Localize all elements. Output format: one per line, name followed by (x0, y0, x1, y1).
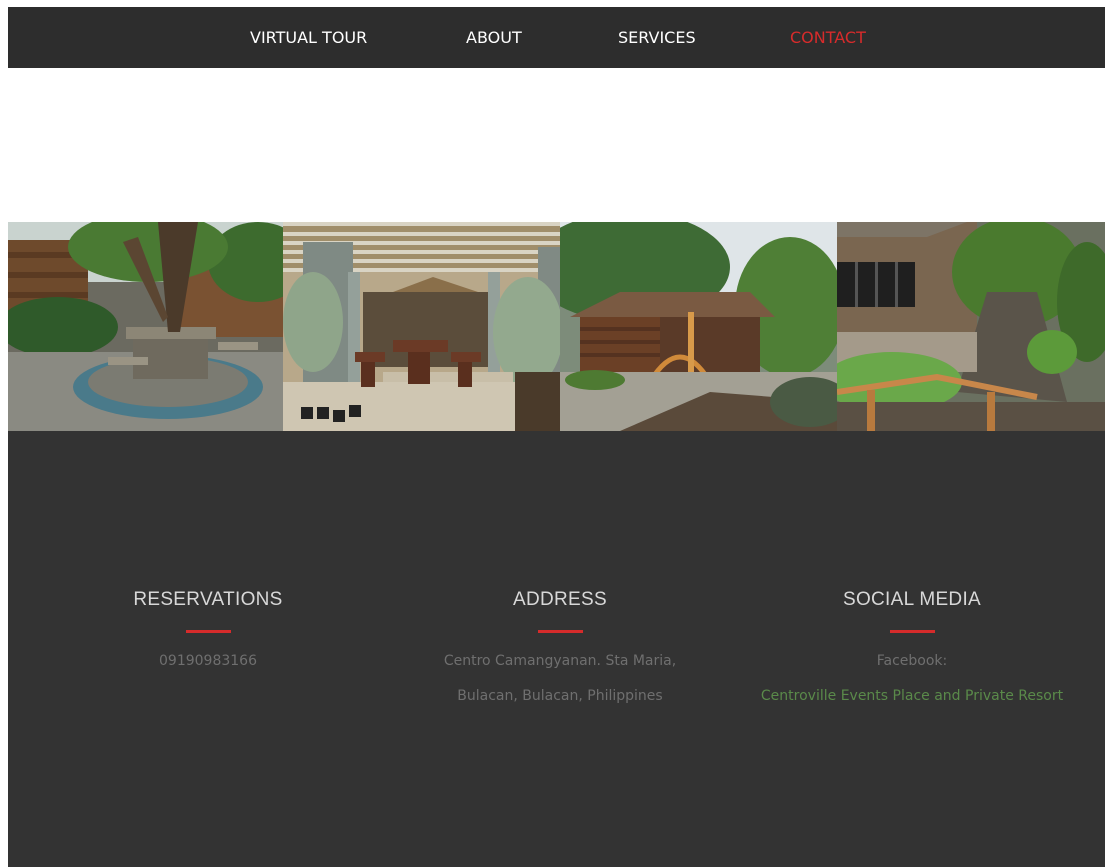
address-column: ADDRESS Centro Camangyanan. Sta Maria, B… (380, 588, 740, 714)
contact-footer: RESERVATIONS 09190983166 ADDRESS Centro … (8, 431, 1105, 867)
address-line-1: Centro Camangyanan. Sta Maria, (443, 653, 677, 669)
social-media-column: SOCIAL MEDIA Facebook: Centroville Event… (732, 588, 1092, 714)
gallery-photo-rock-fountain (837, 222, 1105, 431)
facebook-link[interactable]: Centroville Events Place and Private Res… (732, 679, 1092, 714)
reservations-column: RESERVATIONS 09190983166 (28, 588, 388, 679)
reservations-title: RESERVATIONS (133, 589, 283, 610)
gallery-photo-tree-bench (8, 222, 283, 431)
gallery-photo-log-cabin (560, 222, 837, 431)
page: VIRTUAL TOUR ABOUT SERVICES CONTACT RESE… (0, 0, 1105, 867)
nav-contact[interactable]: CONTACT (790, 7, 866, 68)
nav-virtual-tour[interactable]: VIRTUAL TOUR (250, 7, 367, 68)
reservations-divider (185, 630, 231, 633)
gallery-photo-pergola-dining (283, 222, 560, 431)
nav-services[interactable]: SERVICES (618, 7, 696, 68)
social-media-text: Facebook: Centroville Events Place and P… (732, 644, 1092, 714)
reservations-text: 09190983166 (28, 644, 388, 679)
address-divider (537, 630, 583, 633)
facebook-label: Facebook: (876, 653, 948, 669)
address-title: ADDRESS (513, 589, 607, 610)
reservations-phone: 09190983166 (159, 653, 257, 669)
nav-about[interactable]: ABOUT (466, 7, 522, 68)
social-media-title: SOCIAL MEDIA (842, 589, 982, 610)
photo-gallery (8, 222, 1105, 431)
social-media-divider (889, 630, 935, 633)
address-line-2: Bulacan, Bulacan, Philippines (457, 688, 663, 704)
address-text: Centro Camangyanan. Sta Maria, Bulacan, … (380, 644, 740, 714)
top-navbar: VIRTUAL TOUR ABOUT SERVICES CONTACT (8, 7, 1105, 68)
